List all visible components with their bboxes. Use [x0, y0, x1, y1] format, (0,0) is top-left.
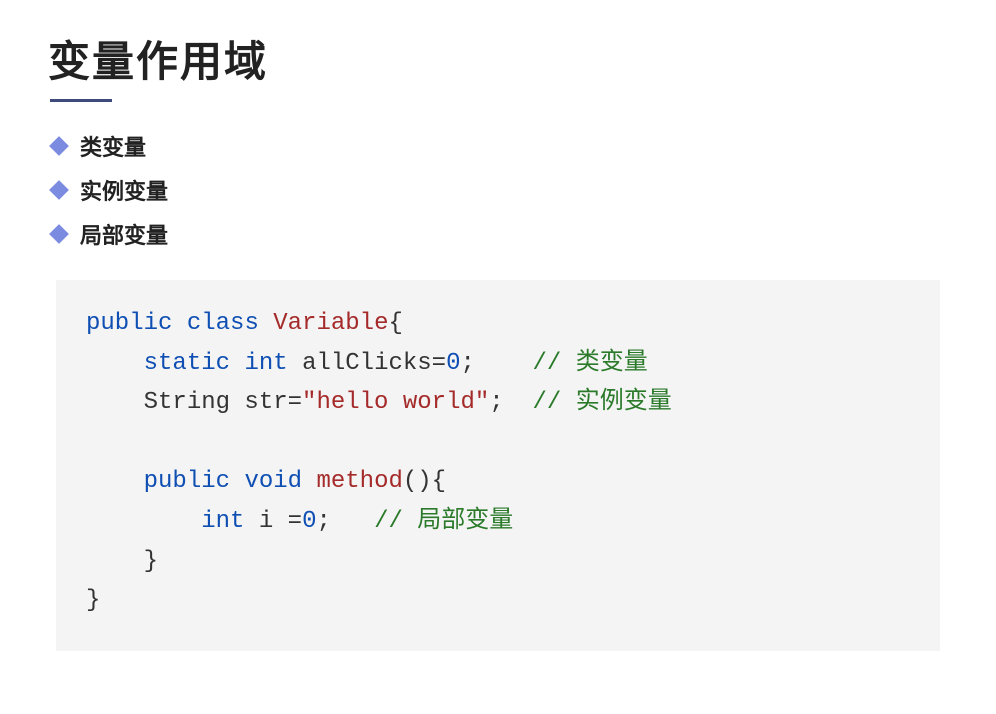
comment: // 实例变量 — [533, 389, 672, 416]
list-item: 局部变量 — [52, 218, 948, 250]
page-title: 变量作用域 — [48, 28, 948, 89]
title-underline — [50, 99, 112, 102]
brace: } — [144, 548, 158, 575]
keyword: int — [201, 508, 244, 535]
keyword: void — [244, 468, 302, 495]
diamond-icon — [49, 224, 69, 244]
bullet-list: 类变量 实例变量 局部变量 — [52, 130, 948, 250]
number: 0 — [302, 508, 316, 535]
comment: // 类变量 — [533, 350, 648, 377]
brace: } — [86, 587, 100, 614]
keyword: static — [144, 350, 230, 377]
comment: // 局部变量 — [374, 508, 513, 535]
keyword: int — [244, 350, 287, 377]
list-item: 实例变量 — [52, 174, 948, 206]
parens: (){ — [403, 468, 446, 495]
bullet-label: 类变量 — [80, 130, 146, 162]
identifier: i = — [259, 508, 302, 535]
keyword: class — [187, 310, 259, 337]
identifier: allClicks= — [302, 350, 446, 377]
semicolon: ; — [461, 350, 475, 377]
semicolon: ; — [489, 389, 503, 416]
number: 0 — [446, 350, 460, 377]
keyword: public — [86, 310, 172, 337]
class-name: Variable — [273, 310, 388, 337]
semicolon: ; — [316, 508, 330, 535]
bullet-label: 局部变量 — [80, 218, 168, 250]
string: "hello world" — [302, 389, 489, 416]
list-item: 类变量 — [52, 130, 948, 162]
bullet-label: 实例变量 — [80, 174, 168, 206]
diamond-icon — [49, 136, 69, 156]
keyword: public — [144, 468, 230, 495]
brace: { — [388, 310, 402, 337]
method-name: method — [316, 468, 402, 495]
identifier: String str= — [144, 389, 302, 416]
code-block: public class Variable{ static int allCli… — [56, 280, 940, 651]
diamond-icon — [49, 180, 69, 200]
